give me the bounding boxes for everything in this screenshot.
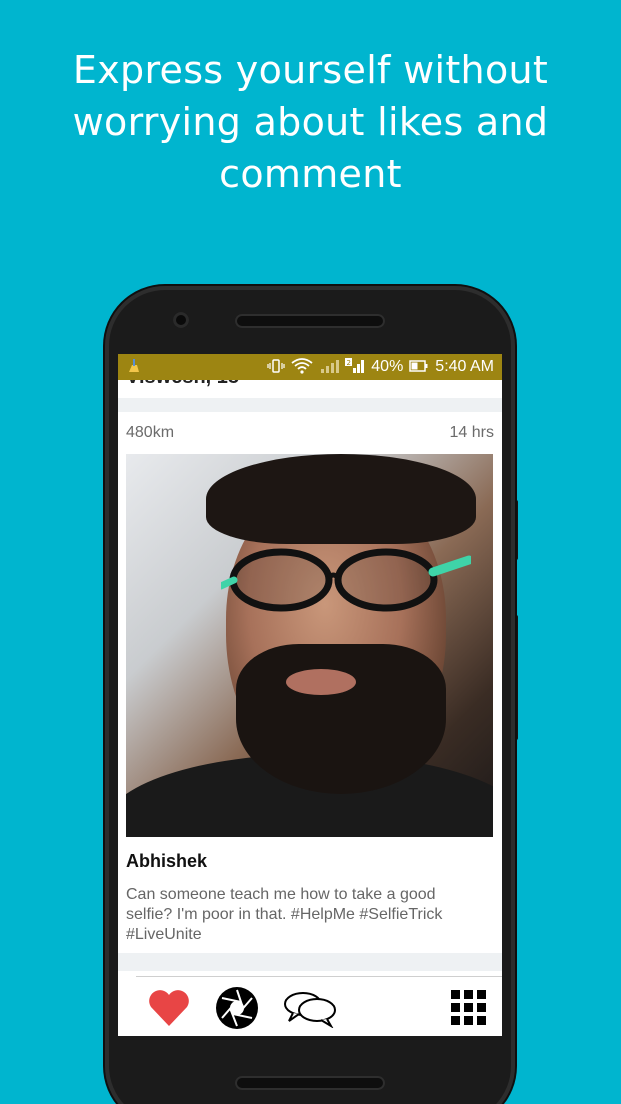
post-caption: Can someone teach me how to take a good … bbox=[126, 886, 443, 943]
chat-bubbles-icon[interactable] bbox=[282, 985, 338, 1031]
grid-icon[interactable] bbox=[446, 985, 492, 1031]
signal-icon bbox=[319, 358, 340, 376]
post-author[interactable]: Abhishek bbox=[126, 851, 494, 877]
post-time: 14 hrs bbox=[449, 424, 494, 441]
top-speaker bbox=[235, 314, 385, 328]
headline: Express yourself without worrying about … bbox=[72, 48, 549, 196]
post-card[interactable]: 480km 14 hrs Abhishek Can someone teach … bbox=[118, 412, 502, 953]
wifi-icon bbox=[291, 358, 313, 376]
sim2-signal-icon: 2 bbox=[345, 358, 365, 376]
clock: 5:40 AM bbox=[435, 358, 494, 375]
phone-screen: 2 40% 5:40 AM Viswesh, 18 480km 14 hrs bbox=[118, 354, 502, 1036]
post-distance: 480km bbox=[126, 424, 175, 441]
feed-divider bbox=[118, 398, 502, 412]
feed-divider-bottom bbox=[118, 953, 502, 971]
status-bar: 2 40% 5:40 AM bbox=[118, 354, 502, 380]
bottom-nav-bar bbox=[136, 976, 502, 1036]
photo-beard bbox=[236, 644, 446, 794]
phone-frame: 2 40% 5:40 AM Viswesh, 18 480km 14 hrs bbox=[105, 286, 515, 1104]
post-photo[interactable] bbox=[126, 454, 493, 837]
photo-glasses bbox=[221, 548, 471, 612]
cleaner-icon bbox=[126, 358, 142, 376]
bottom-speaker bbox=[235, 1076, 385, 1090]
battery-icon bbox=[409, 359, 429, 375]
battery-percent: 40% bbox=[371, 358, 404, 375]
previous-post-name: Viswesh, 18 bbox=[126, 380, 239, 389]
photo-mouth bbox=[286, 669, 356, 695]
svg-text:2: 2 bbox=[347, 359, 351, 367]
front-camera bbox=[173, 312, 189, 328]
photo-hair bbox=[206, 454, 476, 544]
heart-icon[interactable] bbox=[146, 985, 192, 1031]
vibrate-icon bbox=[267, 358, 285, 376]
camera-shutter-icon[interactable] bbox=[214, 985, 260, 1031]
post-meta: 480km 14 hrs bbox=[126, 412, 494, 454]
previous-post-fragment: Viswesh, 18 bbox=[118, 380, 502, 398]
